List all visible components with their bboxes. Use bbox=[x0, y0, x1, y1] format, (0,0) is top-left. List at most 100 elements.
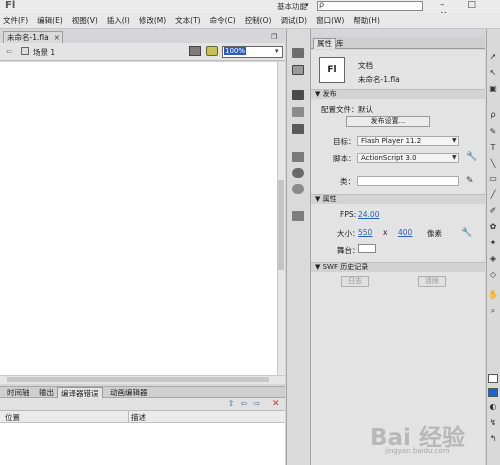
menu-insert[interactable]: 插入(I) bbox=[107, 15, 130, 26]
menu-text[interactable]: 文本(T) bbox=[175, 15, 200, 26]
components-panel-icon[interactable] bbox=[292, 168, 304, 178]
pen-tool-icon[interactable]: ✎ bbox=[488, 127, 498, 136]
tab-timeline[interactable]: 时间轴 bbox=[4, 387, 33, 398]
selection-tool-icon[interactable]: ➚ bbox=[488, 52, 498, 61]
tab-output[interactable]: 输出 bbox=[36, 387, 57, 398]
transform-panel-icon[interactable] bbox=[292, 124, 304, 134]
deco-tool-icon[interactable]: ✿ bbox=[488, 222, 498, 231]
search-icon: ρ bbox=[319, 0, 325, 9]
properties-section-header[interactable]: ▼ 属性 bbox=[311, 194, 485, 204]
rectangle-tool-icon[interactable]: ▭ bbox=[488, 174, 498, 183]
pencil-tool-icon[interactable]: ╱ bbox=[488, 190, 498, 199]
target-label: 目标： bbox=[333, 137, 356, 146]
zoom-value[interactable]: 100% bbox=[224, 47, 247, 55]
tab-motion-editor[interactable]: 动画编辑器 bbox=[107, 387, 151, 398]
tab-compiler-errors[interactable]: 编译器错误 bbox=[57, 387, 103, 398]
paint-bucket-tool-icon[interactable]: ◈ bbox=[488, 254, 498, 263]
tab-library[interactable]: 库 bbox=[336, 38, 344, 49]
scene-label[interactable]: 场景 1 bbox=[33, 47, 55, 58]
menu-bar: 文件(F) 编辑(E) 视图(V) 插入(I) 修改(M) 文本(T) 命令(C… bbox=[0, 13, 500, 29]
bone-tool-icon[interactable]: ✦ bbox=[488, 238, 498, 247]
smooth-icon[interactable]: ↯ bbox=[488, 418, 498, 427]
go-to-source-icon[interactable]: ⇧ bbox=[226, 399, 236, 409]
vertical-scroll-thumb[interactable] bbox=[278, 180, 284, 270]
class-label: 类： bbox=[340, 177, 355, 186]
zoom-tool-icon[interactable]: ⌕ bbox=[488, 306, 498, 316]
wrench-icon[interactable]: 🔧 bbox=[461, 228, 472, 238]
menu-commands[interactable]: 命令(C) bbox=[210, 15, 236, 26]
properties-section-title: 属性 bbox=[322, 195, 337, 203]
column-divider[interactable] bbox=[128, 411, 129, 423]
edit-symbols-icon[interactable] bbox=[206, 46, 218, 56]
back-arrow-icon[interactable]: ⇐ bbox=[6, 47, 13, 56]
snap-to-objects-icon[interactable]: ◐ bbox=[488, 402, 498, 411]
motion-presets-icon[interactable] bbox=[292, 184, 304, 194]
line-tool-icon[interactable]: ╲ bbox=[488, 159, 498, 168]
menu-edit[interactable]: 编辑(E) bbox=[37, 15, 63, 26]
lasso-tool-icon[interactable]: ρ bbox=[488, 110, 498, 119]
menu-window[interactable]: 窗口(W) bbox=[316, 15, 344, 26]
column-header-description[interactable]: 描述 bbox=[131, 412, 146, 423]
width-value[interactable]: 550 bbox=[358, 228, 372, 237]
target-select[interactable]: Flash Player 11.2 bbox=[357, 136, 459, 146]
previous-error-icon[interactable]: ⇦ bbox=[239, 399, 249, 409]
hand-tool-icon[interactable]: ✋ bbox=[488, 290, 498, 299]
next-error-icon[interactable]: ⇨ bbox=[252, 399, 262, 409]
subselection-tool-icon[interactable]: ↖ bbox=[488, 68, 498, 77]
horizontal-scroll-thumb[interactable] bbox=[7, 377, 269, 382]
publish-settings-button[interactable]: 发布设置... bbox=[346, 116, 430, 127]
menu-debug[interactable]: 调试(D) bbox=[280, 15, 307, 26]
log-button[interactable]: 日志 bbox=[341, 276, 369, 287]
document-tab-label: 未命名-1.fla bbox=[7, 33, 49, 42]
free-transform-tool-icon[interactable]: ▣ bbox=[488, 84, 498, 93]
swatches-panel-icon[interactable] bbox=[292, 65, 304, 75]
chevron-down-icon[interactable]: ▼ bbox=[452, 137, 457, 144]
edit-scene-icon[interactable] bbox=[189, 46, 201, 56]
document-tab[interactable]: 未命名-1.fla × bbox=[3, 31, 63, 43]
clear-button[interactable]: 清除 bbox=[418, 276, 446, 287]
info-panel-icon[interactable] bbox=[292, 107, 304, 117]
stroke-color-swatch[interactable] bbox=[488, 374, 498, 383]
restore-window-icon[interactable]: ❐ bbox=[271, 33, 281, 41]
align-panel-icon[interactable] bbox=[292, 90, 304, 100]
script-select[interactable]: ActionScript 3.0 bbox=[357, 153, 459, 163]
pencil-icon[interactable]: ✎ bbox=[466, 176, 474, 186]
stage-canvas[interactable] bbox=[0, 62, 277, 375]
class-input[interactable] bbox=[357, 176, 459, 186]
code-snippets-icon[interactable] bbox=[292, 152, 304, 162]
color-panel-icon[interactable] bbox=[292, 48, 304, 58]
chevron-down-icon[interactable]: ▼ bbox=[452, 154, 457, 161]
swf-history-section-header[interactable]: ▼ SWF 历史记录 bbox=[311, 262, 485, 272]
document-type-label: 文档 bbox=[358, 61, 373, 70]
eraser-tool-icon[interactable]: ◇ bbox=[488, 270, 498, 279]
chevron-down-icon[interactable]: ▾ bbox=[275, 47, 279, 55]
straighten-icon[interactable]: ↰ bbox=[488, 434, 498, 443]
wrench-icon[interactable]: 🔧 bbox=[466, 152, 477, 162]
workspace-switcher[interactable]: 基本功能 bbox=[277, 1, 307, 12]
fps-value[interactable]: 24.00 bbox=[358, 210, 379, 219]
publish-section-header[interactable]: ▼ 发布 bbox=[311, 89, 485, 99]
menu-help[interactable]: 帮助(H) bbox=[353, 15, 380, 26]
menu-modify[interactable]: 修改(M) bbox=[139, 15, 166, 26]
project-panel-icon[interactable] bbox=[292, 211, 304, 221]
text-tool-icon[interactable]: T bbox=[488, 143, 498, 152]
menu-control[interactable]: 控制(O) bbox=[245, 15, 272, 26]
chevron-down-icon[interactable]: ▾ bbox=[305, 1, 309, 9]
tools-panel bbox=[486, 29, 500, 465]
swf-history-title: SWF 历史记录 bbox=[322, 263, 369, 271]
fill-color-swatch[interactable] bbox=[488, 388, 498, 397]
height-value[interactable]: 400 bbox=[398, 228, 412, 237]
column-header-position[interactable]: 位置 bbox=[5, 412, 20, 423]
stage-color-swatch[interactable] bbox=[358, 244, 376, 253]
help-search-input[interactable] bbox=[317, 1, 423, 11]
unit-label: 像素 bbox=[427, 229, 442, 238]
fps-label: FPS: bbox=[340, 210, 357, 219]
error-list[interactable] bbox=[0, 423, 285, 465]
tab-properties[interactable]: 属性 bbox=[313, 38, 336, 49]
close-icon[interactable]: × bbox=[54, 33, 60, 42]
menu-view[interactable]: 视图(V) bbox=[72, 15, 98, 26]
menu-file[interactable]: 文件(F) bbox=[3, 15, 28, 26]
title-bar bbox=[0, 0, 500, 13]
clear-errors-icon[interactable]: ✕ bbox=[272, 399, 280, 409]
brush-tool-icon[interactable]: ✐ bbox=[488, 206, 498, 215]
